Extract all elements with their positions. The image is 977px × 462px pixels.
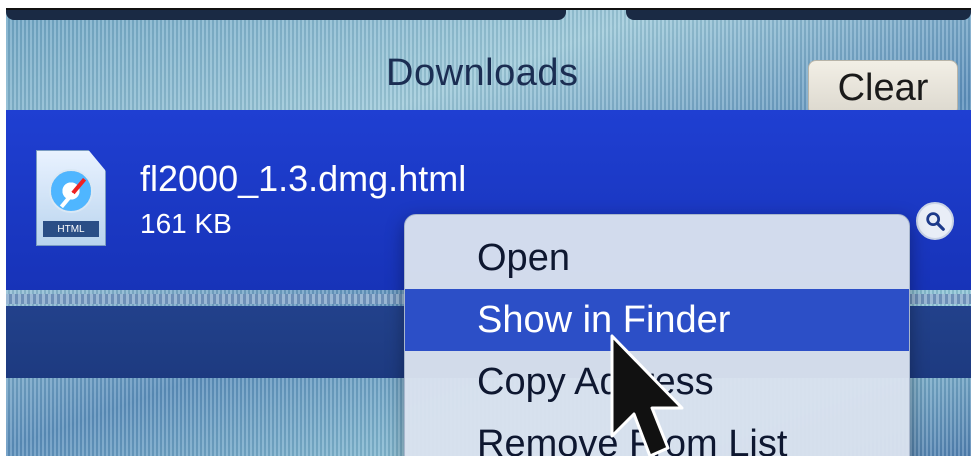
compass-needle bbox=[59, 177, 87, 209]
magnifier-icon[interactable] bbox=[916, 202, 954, 240]
clear-button[interactable]: Clear bbox=[808, 60, 958, 116]
tab-stub[interactable] bbox=[6, 10, 566, 20]
html-file-icon: HTML bbox=[36, 150, 106, 246]
download-size: 161 KB bbox=[140, 208, 232, 239]
downloads-window: Downloads Clear HTML fl2000_1.3.dmg.html… bbox=[6, 8, 971, 456]
mouse-pointer-icon bbox=[610, 334, 684, 456]
file-type-label: HTML bbox=[43, 221, 99, 237]
magnifier-glyph bbox=[926, 212, 945, 231]
menu-item-open[interactable]: Open bbox=[405, 227, 909, 289]
tab-stub[interactable] bbox=[626, 10, 971, 20]
download-filename: fl2000_1.3.dmg.html bbox=[140, 158, 467, 199]
tab-strip bbox=[6, 10, 971, 22]
downloads-header: Downloads Clear bbox=[6, 22, 971, 116]
downloads-title: Downloads bbox=[386, 52, 579, 94]
safari-compass-icon bbox=[49, 169, 93, 213]
